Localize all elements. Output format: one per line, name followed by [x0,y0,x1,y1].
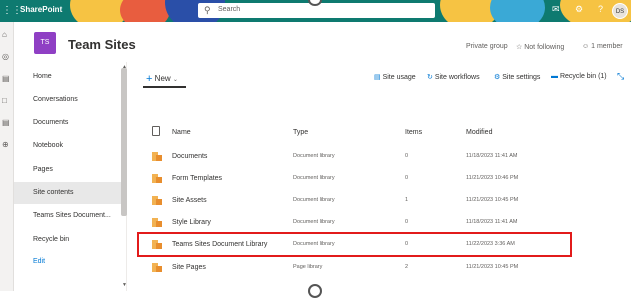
nav-item-home[interactable]: Home [14,66,122,88]
table-row[interactable]: Site Assets Document library 1 11/21/202… [140,190,631,212]
row-name[interactable]: Style Library [172,219,211,226]
file-type-icon [152,126,160,136]
site-settings-button[interactable]: ⚙ Site settings [494,73,540,81]
column-header-modified[interactable]: Modified [466,129,492,136]
left-navigation: Home Conversations Documents Notebook Pa… [14,62,127,291]
workflow-icon: ↻ [427,74,433,81]
site-usage-button[interactable]: ▤ Site usage [374,73,416,81]
library-icon [152,263,162,272]
chart-icon: ▤ [374,74,381,81]
gear-icon[interactable]: ⚙ [575,4,583,15]
row-items: 1 [405,197,409,203]
follow-label: Not following [524,44,565,51]
trash-icon: ▬ [551,73,558,80]
members-button[interactable]: ☺ 1 member [582,43,623,50]
row-type: Document library [293,153,335,159]
row-modified: 11/18/2023 11:41 AM [466,153,518,159]
help-icon[interactable]: ? [598,4,603,14]
column-header-type[interactable]: Type [293,129,308,136]
row-type: Document library [293,219,335,225]
privacy-label: Private group [466,43,508,50]
home-icon[interactable]: ⌂ [2,30,7,39]
row-items: 0 [405,153,409,159]
nav-item-documents[interactable]: Documents [14,112,122,134]
row-modified: 11/21/2023 10:45 PM [466,264,519,270]
row-items: 0 [405,219,409,225]
scroll-down-icon[interactable]: ▼ [122,282,127,288]
search-icon: ⚲ [204,5,211,15]
row-type: Document library [293,197,335,203]
new-button[interactable]: + New ⌄ [146,72,178,85]
nav-item-teams-sites-document[interactable]: Teams Sites Document... [14,205,122,227]
list-icon[interactable]: ▤ [2,118,10,127]
row-name[interactable]: Documents [172,153,207,160]
nav-item-recycle-bin[interactable]: Recycle bin [14,229,122,251]
page-title[interactable]: Team Sites [68,37,136,52]
globe-icon[interactable]: ◎ [2,52,9,61]
star-icon: ☆ [516,44,523,51]
row-modified: 11/21/2023 10:46 PM [466,175,519,181]
site-workflows-button[interactable]: ↻ Site workflows [427,73,480,81]
plus-icon: + [146,73,153,85]
column-header-name[interactable]: Name [172,129,191,136]
library-icon [152,174,162,183]
site-settings-label: Site settings [502,74,541,81]
nav-item-conversations[interactable]: Conversations [14,89,122,111]
banner-shape [120,0,170,22]
follow-button[interactable]: ☆ Not following [516,43,564,51]
nav-item-notebook[interactable]: Notebook [14,135,122,157]
edit-nav-link[interactable]: Edit [14,251,122,273]
nav-scrollbar[interactable] [121,68,127,216]
chevron-down-icon: ⌄ [172,77,178,83]
library-icon [152,218,162,227]
expand-icon[interactable]: ⤡ [617,71,624,82]
person-icon: ☺ [582,43,590,50]
row-modified: 11/21/2023 10:45 PM [466,197,519,203]
feedback-icon[interactable]: ✉ [552,4,560,15]
row-items: 0 [405,175,409,181]
row-name[interactable]: Site Assets [172,197,207,204]
create-icon[interactable]: ⊕ [2,140,9,149]
app-launcher-icon[interactable]: ⋮⋮ [2,5,22,17]
nav-item-site-contents[interactable]: Site contents [14,182,122,204]
new-button-underline [143,86,186,88]
avatar[interactable]: DS [612,3,628,19]
row-name[interactable]: Form Templates [172,175,222,182]
window-resize-handle[interactable] [308,284,322,298]
table-row[interactable]: Documents Document library 0 11/18/2023 … [140,146,631,168]
recycle-bin-label: Recycle bin (1) [559,73,607,80]
highlight-box [137,232,572,257]
file-icon[interactable]: □ [2,96,7,105]
news-icon[interactable]: ▤ [2,74,10,83]
table-row[interactable]: Site Pages Page library 2 11/21/2023 10:… [140,257,631,279]
row-modified: 11/18/2023 11:41 AM [466,219,518,225]
table-row[interactable]: Style Library Document library 0 11/18/2… [140,212,631,234]
row-items: 2 [405,264,409,270]
site-workflows-label: Site workflows [434,74,480,81]
library-icon [152,152,162,161]
row-type: Page library [293,264,323,270]
row-name[interactable]: Site Pages [172,264,206,271]
members-label: 1 member [591,43,623,50]
row-type: Document library [293,175,335,181]
app-rail: ⌂ ◎ ▤ □ ▤ ⊕ [0,22,14,291]
library-icon [152,196,162,205]
new-label: New [154,74,171,83]
site-logo[interactable]: TS [34,32,56,54]
recycle-bin-button[interactable]: ▬ Recycle bin (1) [551,73,607,80]
search-input[interactable]: Search [218,6,240,13]
table-row[interactable]: Form Templates Document library 0 11/21/… [140,168,631,190]
gear-icon: ⚙ [494,74,501,81]
app-name[interactable]: SharePoint [20,5,62,14]
banner-shape [490,0,545,22]
site-usage-label: Site usage [382,74,416,81]
column-header-items[interactable]: Items [405,129,422,136]
nav-item-pages[interactable]: Pages [14,159,122,181]
